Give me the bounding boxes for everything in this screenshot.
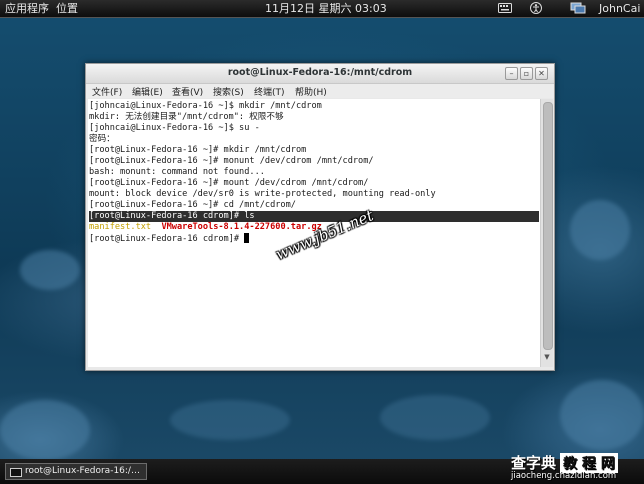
terminal-window: root@Linux-Fedora-16:/mnt/cdrom – ▫ ✕ 文件… <box>85 63 555 371</box>
terminal-line: [johncai@Linux-Fedora-16 ~]$ su - <box>89 123 260 133</box>
places-menu[interactable]: 位置 <box>56 2 78 15</box>
panel-separator <box>0 17 644 18</box>
terminal-line: 密码： <box>89 134 115 144</box>
taskbar-terminal-item[interactable]: root@Linux-Fedora-16:/… <box>5 463 147 480</box>
watermark-url: jiaocheng.chazidian.com <box>511 471 617 481</box>
text-cursor <box>244 233 250 243</box>
terminal-icon <box>10 468 22 477</box>
maximize-button[interactable]: ▫ <box>520 67 533 80</box>
terminal-line: [johncai@Linux-Fedora-16 ~]$ mkdir /mnt/… <box>89 101 322 111</box>
terminal-line: [root@Linux-Fedora-16 ~]# mount /dev/cdr… <box>89 178 369 188</box>
scrollbar-thumb[interactable] <box>543 102 553 350</box>
wallpaper-rock <box>560 380 644 450</box>
terminal-prompt: [root@Linux-Fedora-16 cdrom]# <box>89 234 245 244</box>
file-vmwaretools: VMwareTools-8.1.4-227600.tar.gz <box>161 222 322 232</box>
window-title: root@Linux-Fedora-16:/mnt/cdrom <box>227 67 413 78</box>
window-titlebar[interactable]: root@Linux-Fedora-16:/mnt/cdrom – ▫ ✕ <box>86 64 554 84</box>
accessibility-icon[interactable] <box>530 2 542 17</box>
menu-file[interactable]: 文件(F) <box>92 85 122 98</box>
wallpaper-rock <box>570 200 630 260</box>
top-panel: 应用程序 位置 11月12日 星期六 03:03 JohnCai <box>0 0 644 17</box>
network-icon[interactable] <box>570 2 586 17</box>
user-menu[interactable]: JohnCai <box>599 2 640 15</box>
menu-view[interactable]: 查看(V) <box>172 85 203 98</box>
watermark-logo-text: 查字典教 程 网 <box>511 452 618 473</box>
scroll-down-arrow-icon[interactable]: ▼ <box>543 352 551 362</box>
watermark-logo: 查字典教 程 网 jiaocheng.chazidian.com <box>511 452 641 482</box>
terminal-line-files: manifest.txt VMwareTools-8.1.4-227600.ta… <box>89 222 322 233</box>
logo-jiaochengwang: 教 程 网 <box>560 453 618 473</box>
taskbar-item-label: root@Linux-Fedora-16:/… <box>25 466 140 476</box>
wallpaper-rock <box>170 400 290 440</box>
menu-edit[interactable]: 编辑(E) <box>132 85 163 98</box>
clock[interactable]: 11月12日 星期六 03:03 <box>265 2 387 15</box>
wallpaper-rock <box>380 395 490 440</box>
terminal-line: bash: monunt: command not found... <box>89 167 265 177</box>
terminal-line: mount: block device /dev/sr0 is write-pr… <box>89 189 436 199</box>
terminal-prompt-line: [root@Linux-Fedora-16 cdrom]# <box>89 233 250 244</box>
menu-terminal[interactable]: 终端(T) <box>254 85 285 98</box>
menu-bar: 文件(F) 编辑(E) 查看(V) 搜索(S) 终端(T) 帮助(H) <box>86 84 554 98</box>
terminal-line: mkdir: 无法创建目录"/mnt/cdrom": 权限不够 <box>89 112 284 122</box>
terminal-line: [root@Linux-Fedora-16 ~]# cd /mnt/cdrom/ <box>89 200 296 210</box>
file-manifest: manifest.txt <box>89 222 152 232</box>
logo-chazidian: 查字典 <box>511 454 557 472</box>
wallpaper-rock <box>0 400 90 460</box>
terminal-line-selected: [root@Linux-Fedora-16 cdrom]# ls <box>89 211 539 222</box>
terminal-scrollbar[interactable]: ▼ <box>540 99 553 367</box>
menu-search[interactable]: 搜索(S) <box>213 85 244 98</box>
menu-help[interactable]: 帮助(H) <box>295 85 327 98</box>
terminal-line: [root@Linux-Fedora-16 ~]# mkdir /mnt/cdr… <box>89 145 307 155</box>
close-button[interactable]: ✕ <box>535 67 548 80</box>
keyboard-icon[interactable] <box>498 3 512 16</box>
applications-menu[interactable]: 应用程序 <box>5 2 49 15</box>
wallpaper-rock <box>20 250 80 290</box>
minimize-button[interactable]: – <box>505 67 518 80</box>
terminal-line: [root@Linux-Fedora-16 ~]# monunt /dev/cd… <box>89 156 374 166</box>
